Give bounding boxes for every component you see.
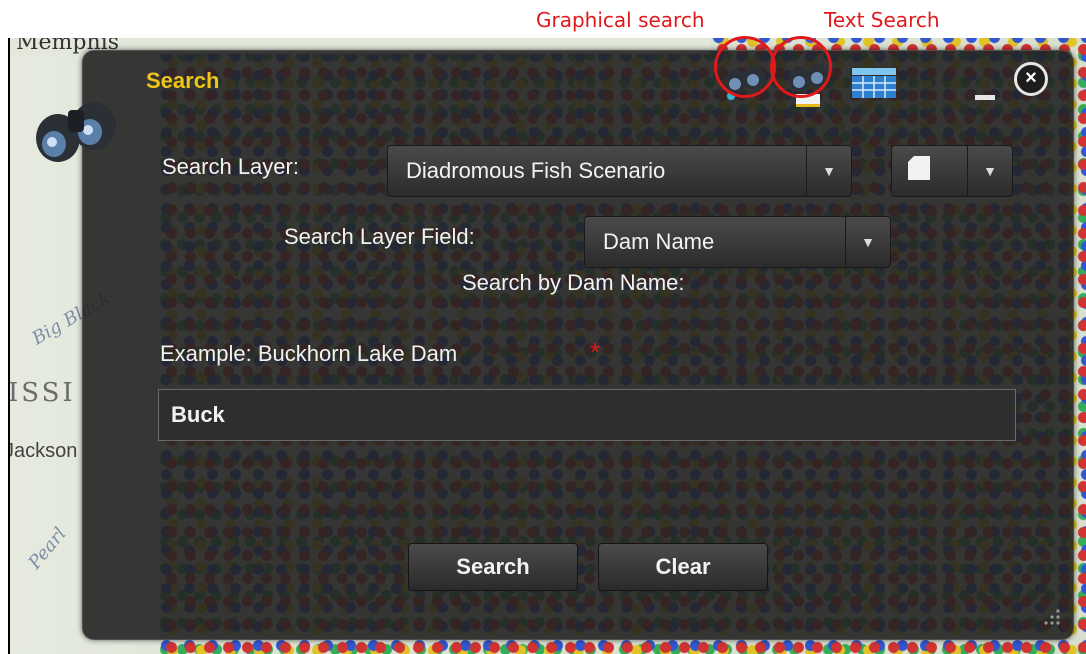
text-search-annotation: Text Search bbox=[824, 8, 940, 32]
chevron-down-icon: ▼ bbox=[806, 146, 851, 196]
graphical-search-annotation: Graphical search bbox=[536, 8, 705, 32]
search-layer-field-select[interactable]: Dam Name ▼ bbox=[584, 216, 891, 268]
required-indicator: * bbox=[590, 337, 601, 367]
search-layer-select[interactable]: Diadromous Fish Scenario ▼ bbox=[387, 145, 852, 197]
graphical-search-highlight bbox=[714, 36, 776, 98]
map-label-state: ISSI bbox=[8, 378, 76, 408]
example-label: Example: Buckhorn Lake Dam bbox=[160, 341, 458, 366]
search-layer-field-value: Dam Name bbox=[603, 229, 715, 254]
chevron-down-icon: ▼ bbox=[967, 146, 1012, 196]
panel-title: Search bbox=[146, 68, 220, 93]
minimize-icon[interactable] bbox=[975, 95, 995, 100]
search-input[interactable]: Buck bbox=[158, 389, 1016, 441]
table-icon bbox=[852, 68, 896, 98]
binoculars-icon bbox=[28, 80, 124, 181]
close-button[interactable]: × bbox=[1014, 62, 1048, 96]
search-by-label: Search by Dam Name: bbox=[462, 270, 685, 295]
search-layer-label: Search Layer: bbox=[162, 154, 299, 179]
layer-options-select[interactable]: ▼ bbox=[891, 145, 1013, 197]
clear-button[interactable]: Clear bbox=[598, 543, 768, 591]
text-search-highlight bbox=[770, 36, 832, 98]
chevron-down-icon: ▼ bbox=[845, 217, 890, 267]
map-label-city-2: Jackson bbox=[8, 440, 78, 462]
results-table-button[interactable] bbox=[852, 68, 896, 103]
page-icon bbox=[892, 156, 967, 186]
search-layer-value: Diadromous Fish Scenario bbox=[406, 158, 666, 183]
search-layer-field-label: Search Layer Field: bbox=[284, 224, 475, 249]
close-icon: × bbox=[1025, 67, 1037, 89]
search-button[interactable]: Search bbox=[408, 543, 578, 591]
resize-grip-icon[interactable] bbox=[1040, 605, 1062, 627]
